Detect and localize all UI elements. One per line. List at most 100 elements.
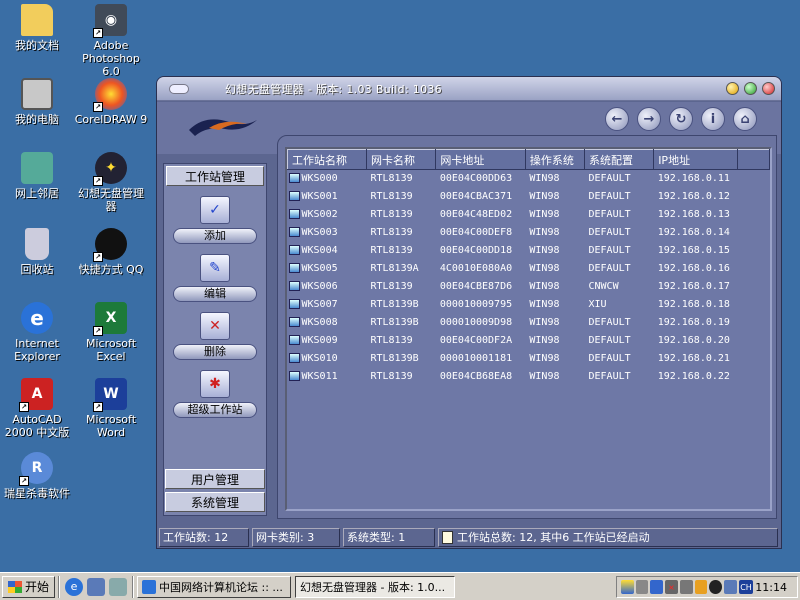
table-row[interactable]: WKS001 RTL8139 00E04CBAC371 WIN98 DEFAULT 192… — [288, 188, 770, 206]
status-bar: 工作站数: 12 网卡类别: 3 系统类型: 1 工作站总数: 12, 其中6 … — [159, 528, 779, 547]
table-row[interactable]: WKS000 RTL8139 00E04C00DD63 WIN98 DEFAULT 192… — [288, 170, 770, 188]
cell-text: WKS001 — [301, 191, 338, 202]
delete-workstation-icon[interactable]: ✕ — [200, 312, 230, 340]
desktop-icon-label: Adobe Photoshop 6.0 — [82, 39, 140, 78]
left-panel-sections: 用户管理 系统管理 — [163, 467, 267, 515]
workstation-management-tab[interactable]: 工作站管理 — [166, 166, 264, 186]
table-row[interactable]: WKS009 RTL8139 00E04C00DF2A WIN98 DEFAULT 192… — [288, 332, 770, 350]
network-connection-icon[interactable] — [679, 580, 693, 594]
cell-config: DEFAULT — [588, 227, 631, 238]
cell-ip: 192.168.0.12 — [657, 191, 730, 202]
taskbar-item-forum[interactable]: 中国网络计算机论坛 :: ... — [137, 575, 292, 598]
desktop-icon-excel[interactable]: X ↗ Microsoft Excel — [74, 302, 148, 363]
network-disconnected-icon[interactable]: × — [665, 580, 678, 594]
antivirus-tray-icon[interactable] — [650, 580, 664, 594]
maximize-button[interactable] — [744, 82, 757, 95]
column-header-nic-address[interactable]: 网卡地址 — [435, 149, 526, 170]
window-menu-icon[interactable] — [169, 83, 189, 94]
workstation-icon — [288, 209, 300, 219]
column-header-nic-name[interactable]: 网卡名称 — [365, 149, 437, 170]
column-header-os[interactable]: 操作系统 — [524, 149, 586, 170]
info-button[interactable]: i — [701, 107, 725, 131]
qq-tray-icon[interactable] — [709, 580, 723, 594]
monitor-icon[interactable] — [724, 580, 737, 594]
desktop-icon-antivirus[interactable]: R ↗ 瑞星杀毒软件 — [0, 452, 74, 500]
table-row[interactable]: WKS003 RTL8139 00E04C00DEF8 WIN98 DEFAULT 192… — [288, 224, 770, 242]
refresh-button[interactable]: ↻ — [669, 107, 693, 131]
home-button[interactable]: ⌂ — [733, 107, 757, 131]
user-management-tab[interactable]: 用户管理 — [165, 469, 265, 489]
table-row[interactable]: WKS008 RTL8139B 000010009D98 WIN98 DEFAULT 19… — [288, 314, 770, 332]
cell-text: WKS007 — [301, 299, 338, 310]
workstation-list[interactable]: 工作站名称 网卡名称 网卡地址 操作系统 系统配置 IP地址 WKS000 RTL… — [285, 147, 772, 511]
ime-indicator[interactable]: CH — [738, 580, 754, 594]
quicklaunch-ie-icon[interactable]: e — [65, 577, 84, 596]
table-row[interactable]: WKS010 RTL8139B 000010001181 WIN98 DEFAULT 19… — [288, 350, 770, 368]
volume-icon[interactable] — [635, 580, 649, 594]
edit-button[interactable]: 编辑 — [173, 286, 257, 302]
desktop-icon-photoshop[interactable]: ◉ ↗ Adobe Photoshop 6.0 — [74, 4, 148, 78]
close-button[interactable] — [762, 82, 775, 95]
desktop-icon-autocad[interactable]: A ↗ AutoCAD 2000 中文版 — [0, 378, 74, 439]
cell-nic-address: 000010009795 — [439, 299, 513, 310]
desktop-icon-ie[interactable]: e Internet Explorer — [0, 302, 74, 363]
cell-nic-name: RTL8139 — [370, 209, 413, 220]
status-summary: 工作站总数: 12, 其中6 工作站已经启动 — [457, 531, 650, 544]
workstation-icon — [288, 191, 300, 201]
cell-nic-address: 00E04C00DEF8 — [439, 227, 513, 238]
taskbar-item-manager[interactable]: 幻想无盘管理器 - 版本: 1.0... — [295, 575, 456, 598]
desktop-icon-word[interactable]: W ↗ Microsoft Word — [74, 378, 148, 439]
start-button[interactable]: 开始 — [2, 575, 56, 598]
table-row[interactable]: WKS002 RTL8139 00E04C48ED02 WIN98 DEFAULT 192… — [288, 206, 770, 224]
taskbar-item-label: 幻想无盘管理器 - 版本: 1.0... — [300, 580, 446, 594]
cell-ip: 192.168.0.11 — [657, 173, 730, 185]
column-header-workstation-name[interactable]: 工作站名称 — [287, 149, 367, 170]
desktop-icon-app-shortcut[interactable]: ✦ ↗ 幻想无盘管理器 — [74, 152, 148, 213]
desktop-icon-my-computer[interactable]: 我的电脑 — [0, 78, 74, 126]
cell-nic-name: RTL8139 — [370, 371, 413, 382]
title-bar[interactable]: 幻想无盘管理器 - 版本: 1.03 Build: 1036 — [157, 77, 781, 101]
quicklaunch-desktop-icon[interactable] — [87, 577, 106, 596]
shield-icon[interactable] — [621, 580, 634, 594]
desktop-icon-qq[interactable]: ↗ 快捷方式 QQ — [74, 228, 148, 276]
cell-config: DEFAULT — [588, 317, 631, 328]
desktop-icon-coreldraw[interactable]: ↗ CorelDRAW 9 — [74, 78, 148, 126]
app-window: 幻想无盘管理器 - 版本: 1.03 Build: 1036 ← → ↻ i ⌂… — [156, 76, 782, 549]
quicklaunch-channels-icon[interactable] — [109, 577, 128, 596]
back-button[interactable]: ← — [605, 107, 629, 131]
cell-nic-address: 00E04C00DD18 — [439, 245, 513, 256]
super-workstation-icon[interactable]: ✱ — [200, 370, 230, 398]
add-button[interactable]: 添加 — [173, 228, 257, 244]
status-nic-types: 网卡类别: 3 — [252, 528, 340, 547]
system-management-tab[interactable]: 系统管理 — [165, 492, 265, 512]
cell-nic-name: RTL8139 — [370, 281, 413, 292]
edit-workstation-icon[interactable]: ✎ — [200, 254, 230, 282]
umbrella-icon[interactable] — [694, 580, 708, 594]
cell-nic-name: RTL8139B — [370, 353, 419, 364]
desktop-icon-recycle-bin[interactable]: 回收站 — [0, 228, 74, 276]
column-header-system-config[interactable]: 系统配置 — [583, 149, 655, 170]
table-header-row: 工作站名称 网卡名称 网卡地址 操作系统 系统配置 IP地址 — [287, 149, 770, 170]
desktop-icon-my-documents[interactable]: 我的文档 — [0, 4, 74, 52]
table-row[interactable]: WKS011 RTL8139 00E04CB68EA8 WIN98 DEFAULT 192… — [288, 368, 770, 386]
super-workstation-button[interactable]: 超级工作站 — [173, 402, 257, 418]
cell-os: WIN98 — [529, 173, 560, 185]
table-row[interactable]: WKS007 RTL8139B 000010009795 WIN98 XIU 192.16… — [288, 296, 770, 314]
table-row[interactable]: WKS005 RTL8139A 4C0010E080A0 WIN98 DEFAULT 19… — [288, 260, 770, 278]
minimize-button[interactable] — [726, 82, 739, 95]
workstation-icon — [288, 353, 300, 363]
delete-button[interactable]: 删除 — [173, 344, 257, 360]
workstation-icon — [288, 173, 300, 184]
forward-button[interactable]: → — [637, 107, 661, 131]
desktop-icon-network[interactable]: 网上邻居 — [0, 152, 74, 200]
cell-ip: 192.168.0.13 — [657, 209, 730, 220]
clock[interactable]: 11:14 — [755, 581, 787, 594]
nav-buttons: ← → ↻ i ⌂ — [605, 107, 757, 131]
table-row[interactable]: WKS006 RTL8139 00E04CBE87D6 WIN98 CNWCW 192.1… — [288, 278, 770, 296]
shortcut-arrow-icon: ↗ — [93, 176, 103, 186]
workstation-icon — [288, 335, 300, 345]
cell-workstation-name: WKS010 — [288, 350, 367, 368]
table-row[interactable]: WKS004 RTL8139 00E04C00DD18 WIN98 DEFAULT 192… — [288, 242, 770, 260]
add-workstation-icon[interactable]: ✓ — [200, 196, 230, 224]
column-header-ip[interactable]: IP地址 — [653, 149, 738, 170]
